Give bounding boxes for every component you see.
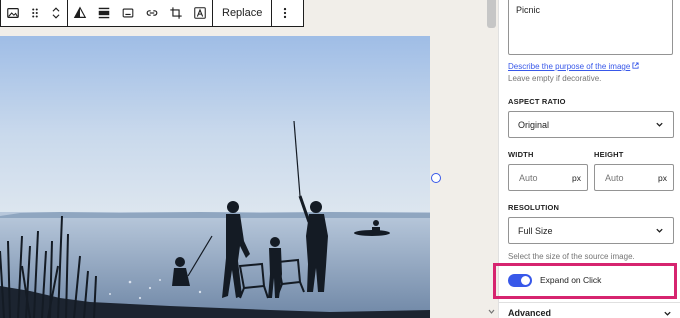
describe-image-link[interactable]: Describe the purpose of the image <box>508 62 639 71</box>
resolution-label: RESOLUTION <box>508 203 560 212</box>
toolbar-group-replace: Replace <box>213 0 273 26</box>
expand-on-click-label: Expand on Click <box>540 275 602 285</box>
toolbar-group-more <box>272 0 298 26</box>
width-unit: px <box>572 172 581 183</box>
drag-handle-icon[interactable] <box>25 0 45 26</box>
advanced-label: Advanced <box>508 308 552 318</box>
scroll-down-icon[interactable] <box>487 308 496 316</box>
lake-photo <box>0 36 430 318</box>
more-vertical-icon[interactable] <box>272 0 298 26</box>
caption-icon[interactable] <box>116 0 140 26</box>
link-icon[interactable] <box>140 0 164 26</box>
width-label: WIDTH <box>508 150 534 159</box>
height-unit: px <box>658 172 667 183</box>
height-label: HEIGHT <box>594 150 624 159</box>
height-placeholder: Auto <box>605 172 624 183</box>
expand-on-click-toggle[interactable] <box>508 273 532 287</box>
toolbar-group-tools <box>68 0 213 26</box>
advanced-divider <box>499 302 680 303</box>
aspect-ratio-value: Original <box>518 119 550 130</box>
resize-handle[interactable] <box>431 173 441 183</box>
text-over-image-icon[interactable] <box>188 0 212 26</box>
move-up-down-icon[interactable] <box>45 0 67 26</box>
alt-text-field[interactable]: Picnic <box>508 0 673 55</box>
crop-icon[interactable] <box>164 0 188 26</box>
align-icon[interactable] <box>92 0 116 26</box>
chevron-down-icon <box>656 122 663 127</box>
expand-on-click-row[interactable]: Expand on Click <box>508 271 601 289</box>
external-link-icon <box>632 62 639 71</box>
aspect-ratio-label: ASPECT RATIO <box>508 97 566 106</box>
describe-image-link-label: Describe the purpose of the image <box>508 62 631 71</box>
scrollbar-thumb[interactable] <box>487 0 496 28</box>
resolution-help: Select the size of the source image. <box>508 252 635 261</box>
duotone-filter-icon[interactable] <box>68 0 92 26</box>
toggle-knob <box>521 275 530 285</box>
block-toolbar: Replace <box>0 0 304 27</box>
chevron-down-icon <box>664 311 671 316</box>
resolution-value: Full Size <box>518 225 553 236</box>
width-input[interactable]: Auto px <box>508 164 588 191</box>
toolbar-group-block <box>1 0 68 26</box>
aspect-ratio-select[interactable]: Original <box>508 111 674 138</box>
replace-button[interactable]: Replace <box>213 0 271 26</box>
advanced-panel-toggle[interactable]: Advanced <box>508 306 672 318</box>
selected-image[interactable] <box>0 36 430 318</box>
image-icon[interactable] <box>1 0 25 26</box>
height-input[interactable]: Auto px <box>594 164 674 191</box>
resolution-select[interactable]: Full Size <box>508 217 674 244</box>
width-placeholder: Auto <box>519 172 538 183</box>
editor-canvas: Replace <box>0 0 498 318</box>
chevron-down-icon <box>656 228 663 233</box>
alt-text-help: Leave empty if decorative. <box>508 74 602 83</box>
